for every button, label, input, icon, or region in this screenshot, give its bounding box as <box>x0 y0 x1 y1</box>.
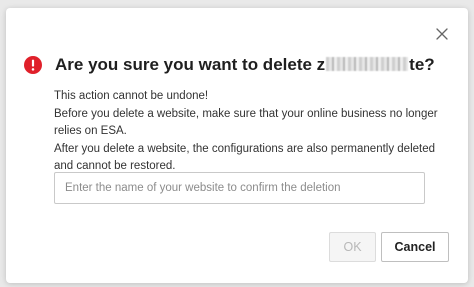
close-icon[interactable] <box>434 26 450 42</box>
dialog-header: Are you sure you want to delete z te? <box>24 54 435 76</box>
dialog-title: Are you sure you want to delete z te? <box>55 55 435 75</box>
ok-button[interactable]: OK <box>329 232 376 262</box>
delete-website-dialog: Are you sure you want to delete z te? Thi… <box>6 8 468 283</box>
dialog-title-suffix: te? <box>409 55 435 74</box>
redacted-website-name <box>326 57 409 71</box>
dialog-title-prefix: Are you sure you want to delete z <box>55 55 326 74</box>
cancel-button[interactable]: Cancel <box>381 232 449 262</box>
warning-line-after-delete: After you delete a website, the configur… <box>54 142 436 173</box>
warning-line-undone: This action cannot be undone! <box>54 90 209 102</box>
dialog-message: This action cannot be undone! Before you… <box>54 88 454 176</box>
warning-line-before-delete: Before you delete a website, make sure t… <box>54 107 438 138</box>
exclamation-circle-icon <box>24 56 42 74</box>
website-name-confirm-input[interactable] <box>54 172 425 204</box>
